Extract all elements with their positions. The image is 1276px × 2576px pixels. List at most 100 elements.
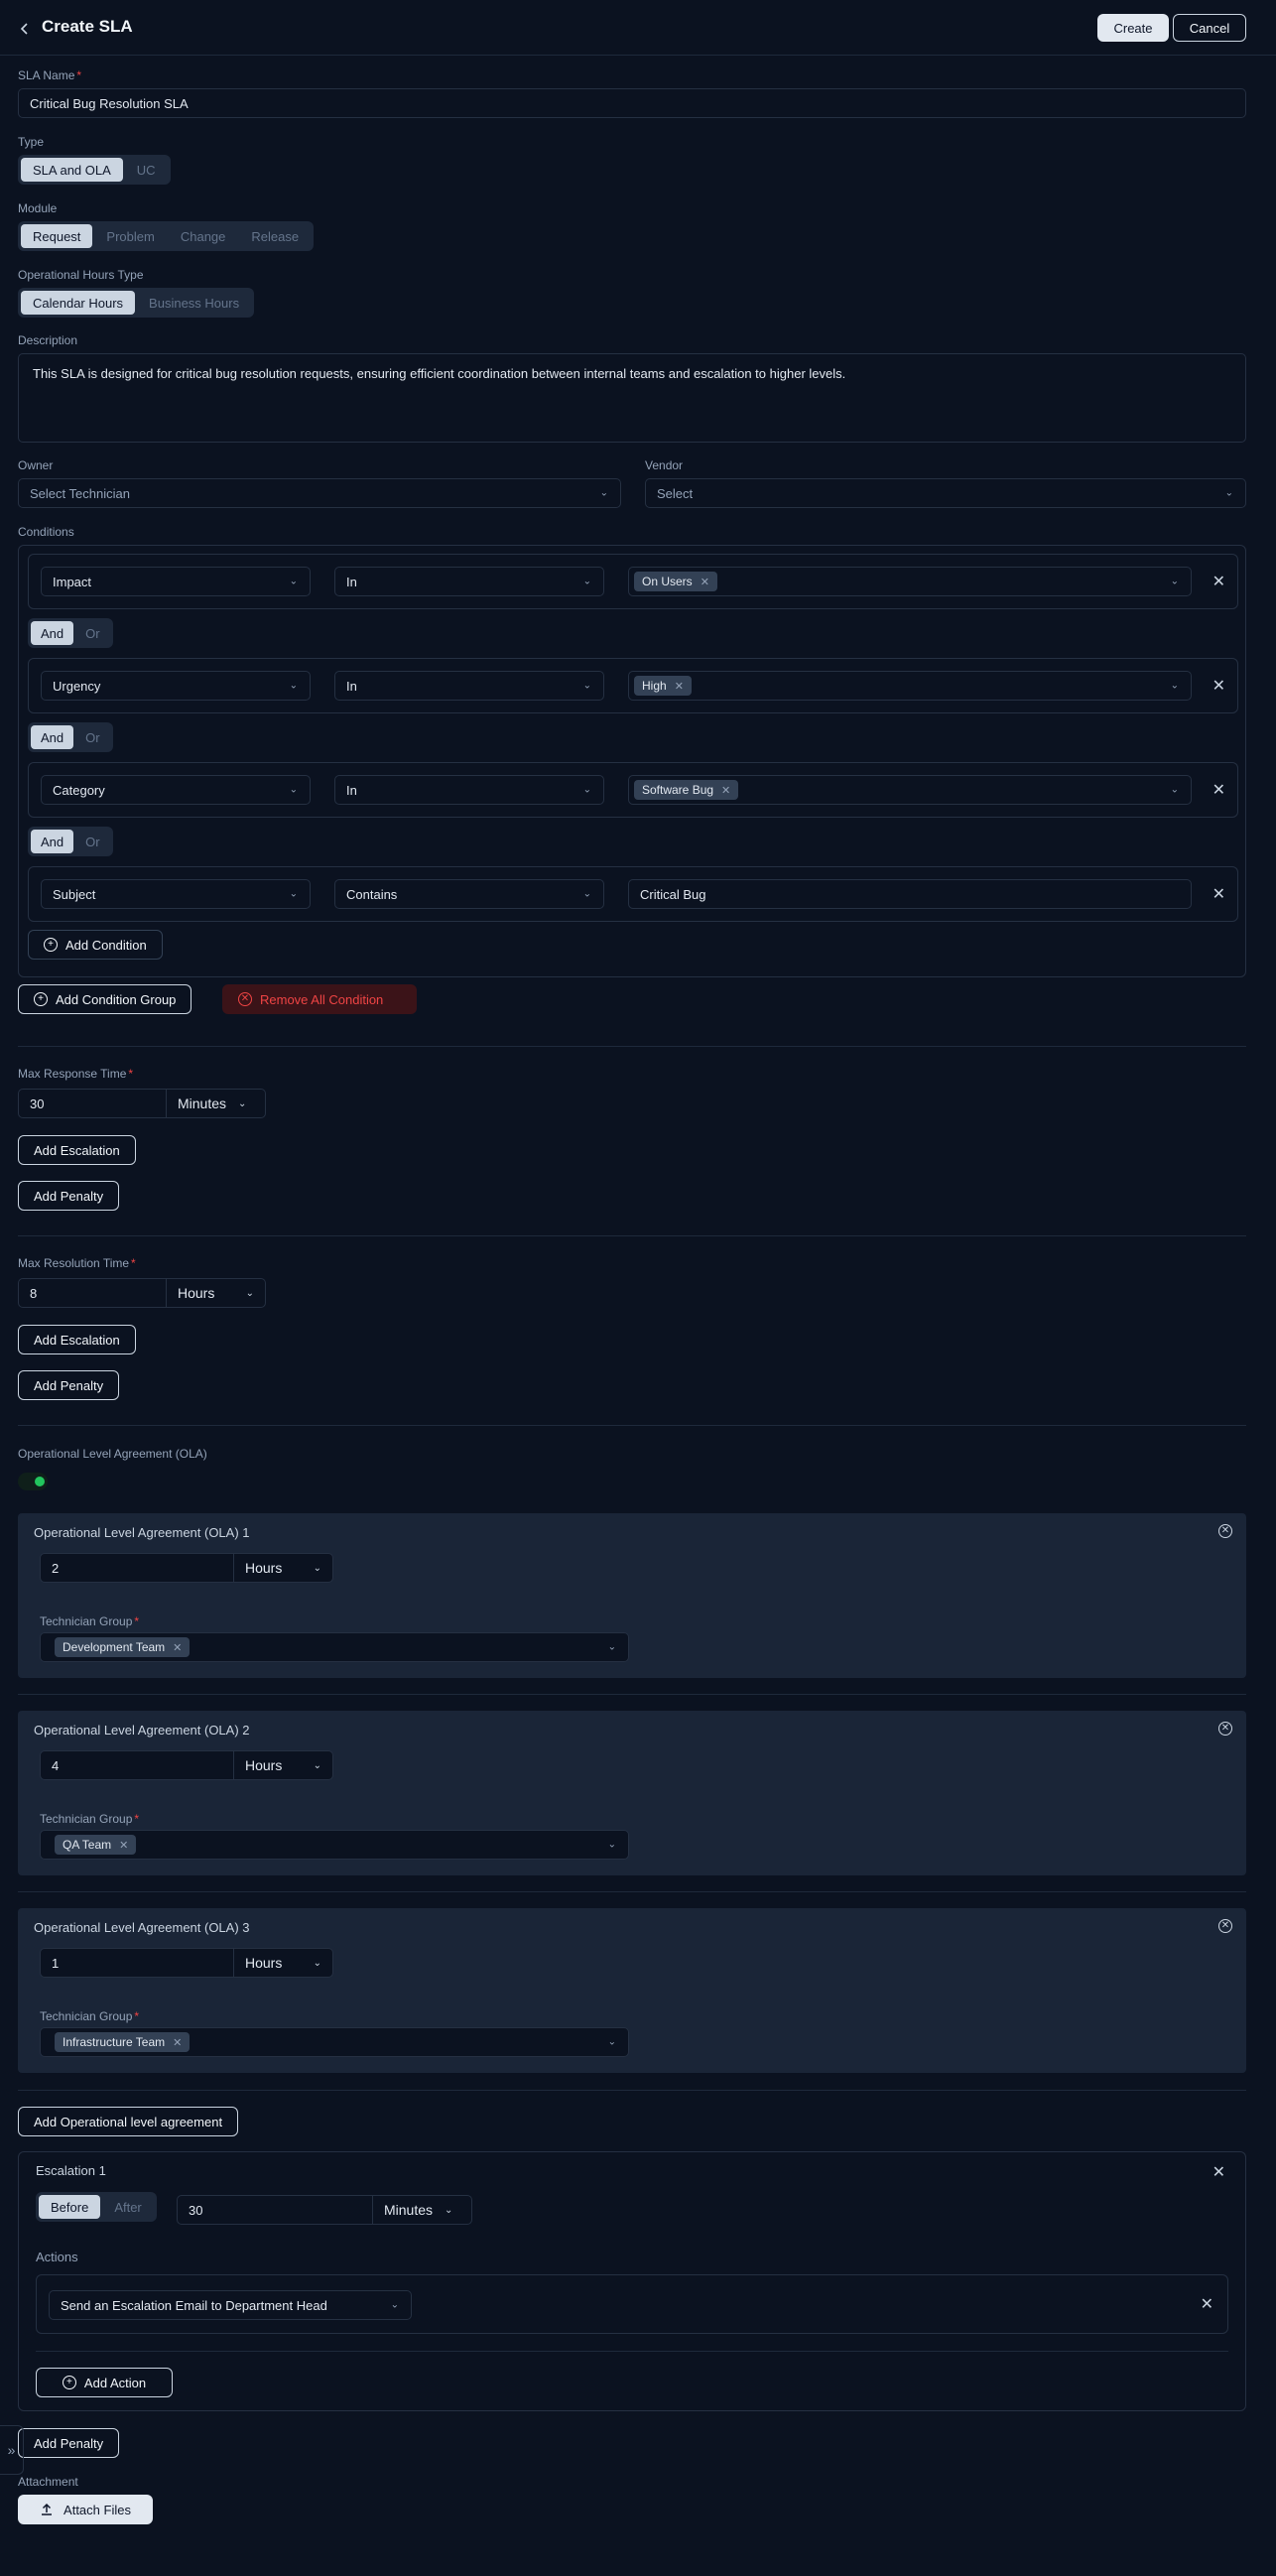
condition-operator-select[interactable]: In ⌄ — [334, 567, 604, 596]
close-icon[interactable]: ✕ — [1212, 2162, 1225, 2182]
add-penalty-button[interactable]: Add Penalty — [18, 2428, 120, 2458]
technician-group-select[interactable]: QA Team ✕ ⌄ — [40, 1830, 629, 1860]
module-option-release[interactable]: Release — [239, 224, 311, 248]
chevron-down-icon: ⌄ — [582, 888, 591, 900]
condition-value-select[interactable]: On Users ✕ ⌄ — [628, 567, 1192, 596]
module-option-problem[interactable]: Problem — [94, 224, 166, 248]
add-penalty-button[interactable]: Add Penalty — [18, 1370, 120, 1400]
cancel-button[interactable]: Cancel — [1173, 14, 1246, 42]
joiner-and[interactable]: And — [31, 830, 74, 853]
max-resolution-input[interactable]: 8 — [18, 1278, 167, 1308]
back-chevron-icon[interactable] — [14, 18, 36, 40]
description-label: Description — [18, 333, 78, 347]
condition-value-input[interactable]: Critical Bug — [628, 879, 1192, 909]
condition-value-select[interactable]: Software Bug ✕ ⌄ — [628, 775, 1192, 805]
max-resolution-unit-select[interactable]: Hours ⌄ — [167, 1278, 266, 1308]
condition-field-select[interactable]: Urgency ⌄ — [41, 671, 311, 701]
joiner-or[interactable]: Or — [75, 830, 109, 853]
joiner-and[interactable]: And — [31, 621, 74, 645]
remove-condition-icon[interactable]: ✕ — [1212, 780, 1225, 800]
add-escalation-button[interactable]: Add Escalation — [18, 1135, 136, 1165]
action-select[interactable]: Send an Escalation Email to Department H… — [49, 2290, 412, 2320]
chevron-down-icon: ⌄ — [1224, 487, 1233, 499]
technician-group-select[interactable]: Development Team ✕ ⌄ — [40, 1632, 629, 1662]
add-escalation-button[interactable]: Add Escalation — [18, 1325, 136, 1354]
add-ola-button[interactable]: Add Operational level agreement — [18, 2107, 239, 2136]
remove-all-condition-button[interactable]: ✕ Remove All Condition — [222, 984, 417, 1014]
condition-operator-select[interactable]: In ⌄ — [334, 775, 604, 805]
condition-operator-select[interactable]: In ⌄ — [334, 671, 604, 701]
timing-before[interactable]: Before — [39, 2195, 101, 2219]
ola-value-input[interactable]: 2 — [40, 1553, 234, 1583]
chip-remove-icon[interactable]: ✕ — [701, 576, 709, 588]
close-circle-icon[interactable]: ✕ — [1218, 1719, 1232, 1736]
vendor-select[interactable]: Select ⌄ — [645, 478, 1246, 508]
op-hours-option-business[interactable]: Business Hours — [137, 291, 251, 315]
chevron-down-icon: ⌄ — [582, 680, 591, 692]
ola-toggle[interactable] — [18, 1473, 48, 1490]
add-action-button[interactable]: + Add Action — [36, 2368, 173, 2397]
condition-operator-select[interactable]: Contains ⌄ — [334, 879, 604, 909]
op-hours-label: Operational Hours Type — [18, 268, 144, 282]
ola-unit-select[interactable]: Hours ⌄ — [234, 1750, 333, 1780]
escalation-unit-select[interactable]: Minutes ⌄ — [373, 2195, 472, 2225]
escalation-title: Escalation 1 — [36, 2163, 106, 2178]
chip-remove-icon[interactable]: ✕ — [721, 784, 730, 797]
ola-label: Operational Level Agreement (OLA) — [18, 1447, 207, 1461]
chip-remove-icon[interactable]: ✕ — [675, 680, 684, 693]
joiner-and[interactable]: And — [31, 725, 74, 749]
owner-select[interactable]: Select Technician ⌄ — [18, 478, 621, 508]
joiner-or[interactable]: Or — [75, 621, 109, 645]
joiner-or[interactable]: Or — [75, 725, 109, 749]
remove-action-icon[interactable]: ✕ — [1201, 2294, 1213, 2314]
max-response-label: Max Response Time * — [18, 1067, 134, 1081]
ola-title: Operational Level Agreement (OLA) 1 — [34, 1525, 250, 1540]
type-option-uc[interactable]: UC — [125, 158, 168, 182]
divider — [18, 1046, 1246, 1047]
chip-remove-icon[interactable]: ✕ — [173, 2036, 182, 2049]
op-hours-option-calendar[interactable]: Calendar Hours — [21, 291, 136, 315]
add-condition-group-button[interactable]: + Add Condition Group — [18, 984, 192, 1014]
remove-condition-icon[interactable]: ✕ — [1212, 884, 1225, 904]
module-option-change[interactable]: Change — [169, 224, 238, 248]
type-option-sla-ola[interactable]: SLA and OLA — [21, 158, 123, 182]
ola-value-input[interactable]: 4 — [40, 1750, 234, 1780]
description-textarea[interactable]: This SLA is designed for critical bug re… — [18, 353, 1246, 443]
condition-row: Category ⌄ In ⌄ Software Bug ✕ ⌄ ✕ — [28, 762, 1238, 818]
escalation-value-input[interactable]: 30 — [177, 2195, 373, 2225]
technician-group-select[interactable]: Infrastructure Team ✕ ⌄ — [40, 2027, 629, 2057]
module-option-request[interactable]: Request — [21, 224, 93, 248]
add-penalty-button[interactable]: Add Penalty — [18, 1181, 120, 1211]
remove-condition-icon[interactable]: ✕ — [1212, 572, 1225, 591]
condition-field-select[interactable]: Subject ⌄ — [41, 879, 311, 909]
expand-sidebar-icon[interactable]: » — [0, 2425, 24, 2475]
attach-files-button[interactable]: Attach Files — [18, 2495, 153, 2524]
close-circle-icon[interactable]: ✕ — [1218, 1916, 1232, 1933]
close-circle-icon[interactable]: ✕ — [1218, 1521, 1232, 1538]
sla-name-input[interactable]: Critical Bug Resolution SLA — [18, 88, 1246, 118]
add-condition-button[interactable]: + Add Condition — [28, 930, 163, 960]
vendor-label: Vendor — [645, 458, 684, 472]
chip-remove-icon[interactable]: ✕ — [173, 1641, 182, 1654]
timing-after[interactable]: After — [102, 2195, 153, 2219]
ola-unit-select[interactable]: Hours ⌄ — [234, 1553, 333, 1583]
condition-row: Impact ⌄ In ⌄ On Users ✕ ⌄ ✕ — [28, 554, 1238, 609]
create-button[interactable]: Create — [1097, 14, 1169, 42]
remove-condition-icon[interactable]: ✕ — [1212, 676, 1225, 696]
toggle-knob — [35, 1477, 45, 1486]
chevron-down-icon: ⌄ — [582, 576, 591, 587]
chevron-down-icon: ⌄ — [289, 784, 298, 796]
chip-remove-icon[interactable]: ✕ — [119, 1839, 128, 1852]
action-row: Send an Escalation Email to Department H… — [36, 2274, 1228, 2334]
escalation-card: Escalation 1 ✕ Before After 30 Minutes ⌄ … — [18, 2151, 1246, 2411]
ola-unit-select[interactable]: Hours ⌄ — [234, 1948, 333, 1978]
plus-circle-icon: + — [34, 992, 48, 1006]
condition-field-select[interactable]: Category ⌄ — [41, 775, 311, 805]
chevron-down-icon: ⌄ — [313, 1562, 321, 1574]
ola-value-input[interactable]: 1 — [40, 1948, 234, 1978]
condition-field-select[interactable]: Impact ⌄ — [41, 567, 311, 596]
max-response-input[interactable]: 30 — [18, 1089, 167, 1118]
attachment-label: Attachment — [18, 2475, 78, 2489]
max-response-unit-select[interactable]: Minutes ⌄ — [167, 1089, 266, 1118]
condition-value-select[interactable]: High ✕ ⌄ — [628, 671, 1192, 701]
